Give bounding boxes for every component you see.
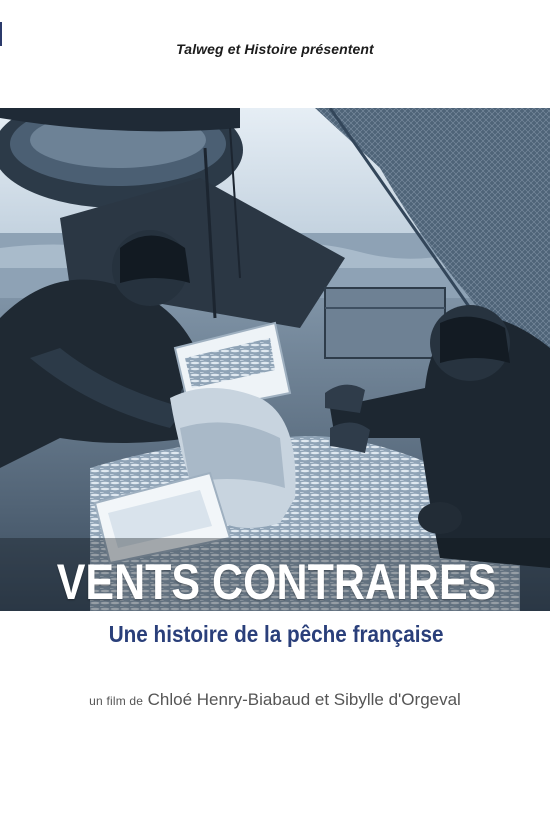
director-names: Chloé Henry-Biabaud et Sibylle d'Orgeval [147,690,461,709]
credit-prefix: un film de [89,694,144,708]
film-title: VENTS CONTRAIRES [56,554,497,610]
crate-right [324,287,446,359]
fishermen-photo [0,108,550,611]
photo-illustration [0,108,550,611]
presenters-line: Talweg et Histoire présentent [176,41,374,57]
film-subtitle: Une histoire de la pêche française [108,621,444,647]
directors-credit: un film de Chloé Henry-Biabaud et Sibyll… [0,690,550,710]
